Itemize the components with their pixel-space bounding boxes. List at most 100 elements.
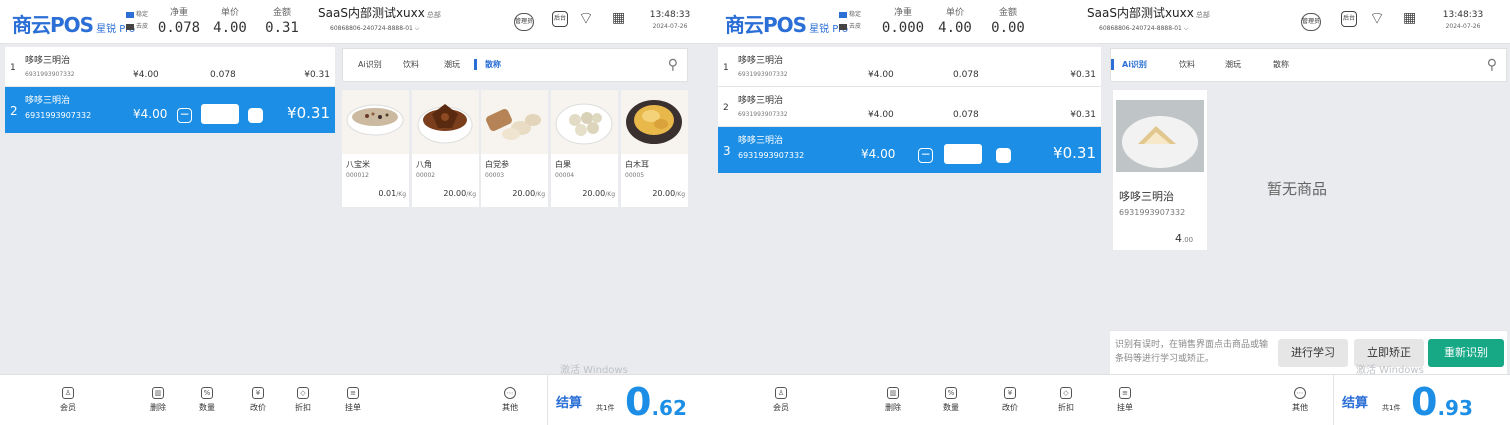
wifi-icon: ⌔ [578, 9, 594, 29]
qty-input[interactable]: 0.078 [944, 144, 982, 164]
search-icon[interactable]: ⚲ [668, 57, 678, 73]
empty-state-text: 暂无商品 [1267, 180, 1328, 198]
recognized-product-card[interactable]: 哆哆三明治 6931993907332 4.00 [1113, 90, 1207, 250]
delete-button[interactable]: ▥ 删除 [873, 387, 913, 413]
brand-logo: 商云POS 星锐 Pro [12, 13, 136, 37]
cart-list: 1 哆哆三明治 6931993907332 ¥4.00 0.078 ¥0.31 … [713, 44, 1105, 374]
tag-icon: ◇ [297, 387, 309, 399]
amount-display: 金额 0.00 [991, 8, 1025, 36]
cart-item-name: 哆哆三明治 [738, 96, 784, 106]
qty-input[interactable]: 0.078 [201, 104, 239, 124]
product-panel: Ai识别 饮料 潮玩 散称 ⚲ 八宝米 000012 0.01/Kg 八角 00… [342, 48, 688, 374]
tab-drinks[interactable]: 饮料 [1179, 59, 1195, 70]
recognition-help-bar: 识别有误时，在销售界面点击商品或输条码等进行学习或矫正。 进行学习 立即矫正 重… [1110, 330, 1507, 374]
quantity-icon: % [945, 387, 957, 399]
store-selector[interactable]: SaaS内部测试xuxx 总部 60868806-240724-8888-01 ⌵ [1087, 6, 1210, 35]
apps-grid-icon[interactable]: ▦ [612, 10, 628, 26]
apps-grid-icon[interactable]: ▦ [1403, 10, 1419, 26]
cart-row-selected[interactable]: 3 哆哆三明治 6931993907332 ¥4.00 − 0.078 + ¥0… [718, 127, 1101, 173]
qty-plus-button[interactable]: + [248, 108, 263, 123]
more-icon: ⋯ [504, 387, 516, 399]
ai-recognition-panel: Ai识别 饮料 潮玩 散称 ⚲ 哆哆三明治 6931993907332 4.00… [1110, 48, 1507, 374]
total-amount: 0.62 [625, 380, 687, 424]
price-icon: ¥ [252, 387, 264, 399]
hold-order-button[interactable]: ≡ 挂单 [333, 387, 373, 413]
member-icon: ♙ [775, 387, 787, 399]
discount-button[interactable]: ◇ 折扣 [1046, 387, 1086, 413]
tab-toys[interactable]: 潮玩 [1225, 59, 1241, 70]
tab-toys[interactable]: 潮玩 [444, 59, 460, 70]
amount-display: 金额 0.31 [265, 8, 299, 36]
clock: 13:48:33 2024-07-26 [649, 10, 691, 30]
product-image [621, 90, 688, 154]
net-weight-display: 净重 0.000 [881, 8, 925, 36]
checkout-button[interactable]: 结算 共1件 0.93 [1333, 375, 1510, 425]
tab-ai[interactable]: Ai识别 [1111, 59, 1147, 70]
unit-price-display: 单价 4.00 [938, 8, 972, 36]
tag-icon: ◇ [1060, 387, 1072, 399]
quantity-button[interactable]: % 数量 [931, 387, 971, 413]
product-card[interactable]: 白木耳 00005 20.00/Kg [621, 90, 688, 207]
bottom-toolbar: ♙ 会员 ▥ 删除 % 数量 ¥ 改价 ◇ 折扣 ≡ 挂单 ⋯ 其他 结算 共1件 0.62 [0, 374, 797, 425]
quantity-button[interactable]: % 数量 [187, 387, 227, 413]
product-image [551, 90, 618, 154]
other-button[interactable]: ⋯ 其他 [490, 387, 530, 413]
member-icon: ♙ [62, 387, 74, 399]
tab-drinks[interactable]: 饮料 [403, 59, 419, 70]
change-price-button[interactable]: ¥ 改价 [238, 387, 278, 413]
member-button[interactable]: ♙ 会员 [48, 387, 88, 413]
more-icon: ⋯ [1294, 387, 1306, 399]
bottom-toolbar: ♙ 会员 ▥ 删除 % 数量 ¥ 改价 ◇ 折扣 ≡ 挂单 ⋯ 其他 结算 共1件 0.93 [713, 374, 1510, 425]
cart-list: 1 哆哆三明治 6931993907332 ¥4.00 0.078 ¥0.31 … [0, 44, 339, 374]
product-card[interactable]: 八宝米 000012 0.01/Kg [342, 90, 409, 207]
backend-icon[interactable]: 后台 [1341, 11, 1357, 27]
manager-icon[interactable]: 管理员 [514, 13, 534, 31]
clock: 13:48:33 2024-07-26 [1442, 10, 1484, 30]
backend-icon[interactable]: 后台 [552, 11, 568, 27]
product-card[interactable]: 八角 00002 20.00/Kg [412, 90, 479, 207]
pos-screen-scale: 商云POS 星锐 Pro 稳定 去皮 净重 0.078 单价 4.00 金额 0.31 … [0, 0, 797, 425]
hold-order-button[interactable]: ≡ 挂单 [1105, 387, 1145, 413]
quantity-icon: % [201, 387, 213, 399]
rescan-button[interactable]: 重新识别 [1428, 339, 1504, 367]
product-card[interactable]: 白果 00004 20.00/Kg [551, 90, 618, 207]
unit-price-display: 单价 4.00 [213, 8, 247, 36]
store-selector[interactable]: SaaS内部测试xuxx 总部 60868806-240724-8888-01 ⌵ [318, 6, 441, 35]
delete-button[interactable]: ▥ 删除 [138, 387, 178, 413]
wifi-icon: ⌔ [1369, 9, 1385, 29]
category-tabs: Ai识别 饮料 潮玩 散称 ⚲ [1110, 48, 1507, 82]
cart-row-selected[interactable]: 2 哆哆三明治 6931993907332 ¥4.00 − 0.078 + ¥0… [5, 87, 335, 133]
product-image [412, 90, 479, 154]
search-icon[interactable]: ⚲ [1487, 57, 1497, 73]
qty-plus-button[interactable]: + [996, 148, 1011, 163]
qty-minus-button[interactable]: − [177, 108, 192, 123]
scale-status-legend: 稳定 去皮 [126, 9, 148, 33]
header-bar: 商云POS 星锐 Pro 稳定 去皮 净重 0.000 单价 4.00 金额 0.00 … [713, 0, 1510, 44]
cart-item-name: 哆哆三明治 [738, 56, 784, 66]
cart-item-name: 哆哆三明治 [25, 56, 71, 66]
qty-minus-button[interactable]: − [918, 148, 933, 163]
scale-status-legend: 稳定 去皮 [839, 9, 861, 33]
member-button[interactable]: ♙ 会员 [761, 387, 801, 413]
manager-icon[interactable]: 管理员 [1301, 13, 1321, 31]
tab-ai[interactable]: Ai识别 [358, 59, 382, 70]
category-tabs: Ai识别 饮料 潮玩 散称 ⚲ [342, 48, 688, 82]
header-bar: 商云POS 星锐 Pro 稳定 去皮 净重 0.078 单价 4.00 金额 0.31 … [0, 0, 797, 44]
product-image [481, 90, 548, 154]
discount-button[interactable]: ◇ 折扣 [283, 387, 323, 413]
cart-row[interactable]: 2 哆哆三明治 6931993907332 ¥4.00 0.078 ¥0.31 [718, 87, 1101, 127]
other-button[interactable]: ⋯ 其他 [1280, 387, 1320, 413]
price-icon: ¥ [1004, 387, 1016, 399]
cart-row[interactable]: 1 哆哆三明治 6931993907332 ¥4.00 0.078 ¥0.31 [718, 47, 1101, 87]
product-card[interactable]: 白党参 00003 20.00/Kg [481, 90, 548, 207]
tab-bulk[interactable]: 散称 [474, 59, 501, 70]
change-price-button[interactable]: ¥ 改价 [990, 387, 1030, 413]
hold-icon: ≡ [1119, 387, 1131, 399]
brand-logo: 商云POS 星锐 Pro [725, 13, 849, 37]
cart-row[interactable]: 1 哆哆三明治 6931993907332 ¥4.00 0.078 ¥0.31 [5, 47, 335, 87]
hold-icon: ≡ [347, 387, 359, 399]
learn-button[interactable]: 进行学习 [1278, 339, 1348, 367]
tab-bulk[interactable]: 散称 [1273, 59, 1289, 70]
product-image [1116, 100, 1204, 172]
pos-screen-ai: 商云POS 星锐 Pro 稳定 去皮 净重 0.000 单价 4.00 金额 0.00 … [713, 0, 1510, 425]
